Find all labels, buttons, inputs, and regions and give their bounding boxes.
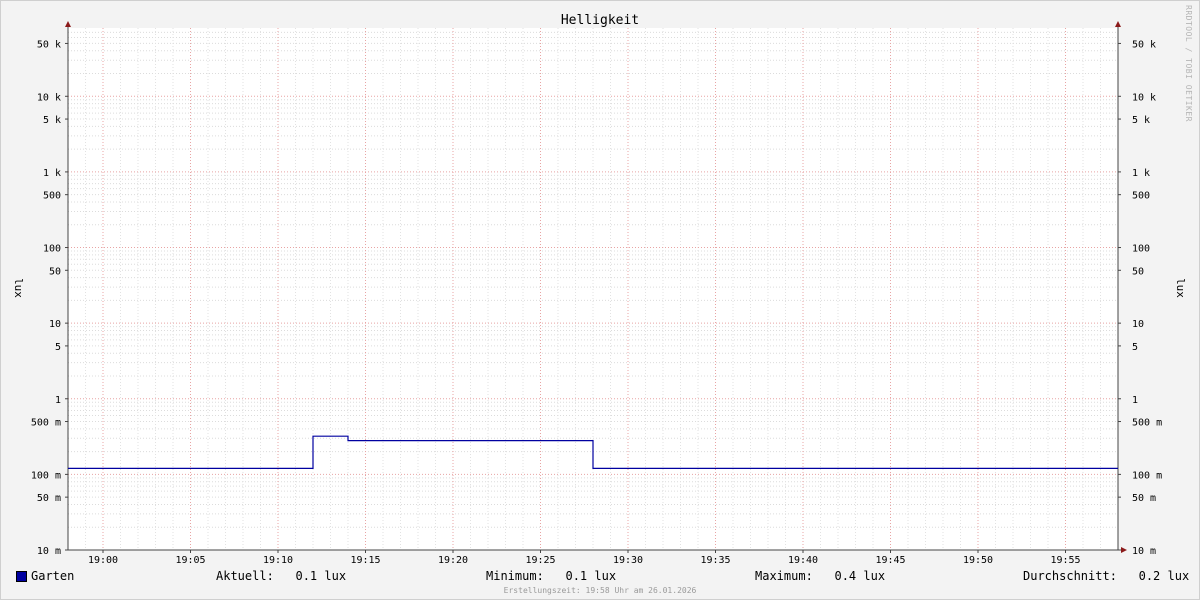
legend-series-name: Garten [31, 569, 75, 583]
y-tick-label-left: 50 k [37, 39, 61, 50]
x-tick-label: 19:05 [175, 555, 205, 566]
brightness-chart: 50 k 50 k 10 k 10 k 5 k 5 k 1 k 1 k 500 500 100 100… [12, 13, 1187, 566]
y-tick-label-left: 10 [49, 319, 61, 330]
legend-swatch-garten [16, 571, 27, 582]
y-axis-arrow-left [65, 21, 71, 27]
rrdtool-credit: RRDTOOL / TOBI OETIKER [1184, 5, 1193, 122]
y-tick-label-right: 5 [1132, 342, 1138, 353]
x-tick-label: 19:55 [1050, 555, 1080, 566]
chart-title: Helligkeit [561, 13, 639, 28]
y-tick-label-left: 5 [55, 342, 61, 353]
x-tick-label: 19:30 [613, 555, 643, 566]
y-tick-label-left: 1 [55, 395, 61, 406]
y-tick-label-left: 10 m [37, 546, 61, 557]
x-tick-label: 19:25 [525, 555, 555, 566]
y-tick-label-right: 10 k [1132, 92, 1156, 103]
x-tick-label: 19:40 [788, 555, 818, 566]
y-tick-label-right: 10 m [1132, 546, 1156, 557]
y-tick-label-left: 5 k [43, 115, 61, 126]
y-tick-label-right: 100 [1132, 244, 1150, 255]
y-tick-label-right: 500 [1132, 191, 1150, 202]
x-tick-label: 19:10 [263, 555, 293, 566]
rrd-graph: 50 k 50 k 10 k 10 k 5 k 5 k 1 k 1 k 500 500 100 100… [0, 0, 1200, 600]
legend-minimum: Minimum: 0.1 lux [486, 569, 617, 583]
y-axis-arrow-right [1115, 21, 1121, 27]
y-tick-label-right: 100 m [1132, 470, 1162, 481]
y-tick-label-right: 50 [1132, 266, 1144, 277]
y-tick-label-left: 500 m [31, 418, 61, 429]
y-tick-label-left: 50 m [37, 493, 61, 504]
y-tick-label-right: 10 [1132, 319, 1144, 330]
y-tick-label-right: 1 [1132, 395, 1138, 406]
y-tick-label-left: 50 [49, 266, 61, 277]
legend-maximum: Maximum: 0.4 lux [755, 569, 886, 583]
x-tick-label: 19:15 [350, 555, 380, 566]
y-tick-label-right: 5 k [1132, 115, 1150, 126]
x-tick-label: 19:20 [438, 555, 468, 566]
y-axis-label-right: lux [1174, 278, 1187, 298]
x-tick-label: 19:50 [963, 555, 993, 566]
y-tick-label-left: 1 k [43, 168, 61, 179]
y-tick-label-left: 10 k [37, 92, 61, 103]
x-tick-label: 19:00 [88, 555, 118, 566]
y-tick-label-left: 500 [43, 191, 61, 202]
x-axis-arrow [1121, 547, 1127, 553]
legend-average: Durchschnitt: 0.2 lux [1023, 569, 1190, 583]
y-tick-label-right: 50 m [1132, 493, 1156, 504]
legend-current: Aktuell: 0.1 lux [216, 569, 347, 583]
y-tick-label-left: 100 [43, 244, 61, 255]
y-axis-label-left: lux [12, 278, 25, 298]
x-tick-label: 19:45 [875, 555, 905, 566]
y-tick-label-right: 500 m [1132, 418, 1162, 429]
x-tick-label: 19:35 [700, 555, 730, 566]
y-tick-label-right: 50 k [1132, 39, 1156, 50]
y-tick-label-right: 1 k [1132, 168, 1150, 179]
legend: Garten Aktuell: 0.1 lux Minimum: 0.1 lux… [1, 567, 1199, 587]
y-tick-label-left: 100 m [31, 470, 61, 481]
creation-time: Erstellungszeit: 19:58 Uhr am 26.01.2026 [503, 586, 697, 595]
